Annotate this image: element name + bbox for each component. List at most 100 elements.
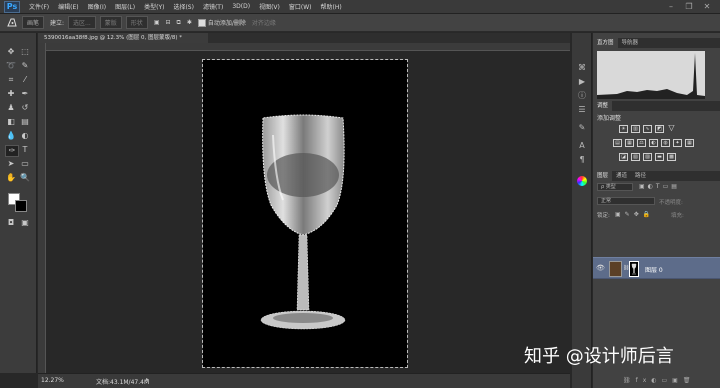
levels-icon[interactable]: ▥ bbox=[631, 125, 640, 133]
color-lookup-icon[interactable]: ▦ bbox=[685, 139, 694, 147]
tab-navigator[interactable]: 导航器 bbox=[618, 38, 643, 48]
history-panel-icon[interactable]: ⌘ bbox=[577, 63, 587, 73]
exposure-icon[interactable]: ◩ bbox=[655, 125, 664, 133]
tab-adjustments[interactable]: 调整 bbox=[593, 101, 613, 111]
hue-saturation-icon[interactable]: ▦ bbox=[625, 139, 634, 147]
character-panel-icon[interactable]: A bbox=[577, 141, 587, 151]
move-tool-icon[interactable]: ✥ bbox=[5, 47, 17, 57]
black-white-icon[interactable]: ◐ bbox=[649, 139, 658, 147]
pen-tool-icon[interactable]: ✑ bbox=[5, 145, 19, 157]
blend-mode-select[interactable]: 正常 bbox=[597, 197, 655, 205]
brush-tool-icon[interactable]: ✒ bbox=[19, 89, 31, 99]
menu-view[interactable]: 视图(V) bbox=[259, 2, 280, 11]
hand-tool-icon[interactable]: ✋ bbox=[5, 173, 17, 183]
background-color-swatch[interactable] bbox=[15, 200, 27, 212]
minimize-button[interactable]: – bbox=[664, 2, 678, 12]
info-panel-icon[interactable]: ⓘ bbox=[577, 91, 587, 101]
histogram-graph bbox=[597, 51, 705, 99]
curves-icon[interactable]: ∿ bbox=[643, 125, 652, 133]
gradient-map2-icon[interactable]: ▬ bbox=[655, 153, 664, 161]
tab-histogram[interactable]: 直方图 bbox=[593, 38, 618, 48]
selection-button[interactable]: 选区... bbox=[68, 16, 96, 29]
gradient-tool-icon[interactable]: ▤ bbox=[19, 117, 31, 127]
dodge-tool-icon[interactable]: ◐ bbox=[19, 131, 31, 141]
lasso-tool-icon[interactable]: ➰ bbox=[5, 61, 17, 71]
auto-add-delete-checkbox[interactable]: 自动添加/删除 bbox=[197, 18, 246, 28]
settings-gear-icon[interactable]: ✱ bbox=[187, 19, 192, 26]
visibility-eye-icon[interactable]: 👁 bbox=[596, 264, 605, 272]
quick-select-tool-icon[interactable]: ✎ bbox=[19, 61, 31, 71]
menu-filter[interactable]: 滤镜(T) bbox=[203, 2, 223, 11]
blur-tool-icon[interactable]: 💧 bbox=[5, 131, 17, 141]
pen-tool-icon[interactable] bbox=[6, 16, 18, 30]
layer-filter-icons[interactable]: ▣◐T▭▤ bbox=[639, 183, 680, 190]
tab-paths[interactable]: 路径 bbox=[631, 171, 650, 181]
restore-button[interactable]: ❐ bbox=[682, 2, 696, 12]
menu-3d[interactable]: 3D(D) bbox=[232, 3, 250, 10]
history-brush-icon[interactable]: ↺ bbox=[19, 103, 31, 113]
layer-name[interactable]: 图层 0 bbox=[645, 265, 663, 274]
menu-image[interactable]: 图像(I) bbox=[88, 2, 106, 11]
mask-button[interactable]: 蒙版 bbox=[99, 16, 122, 29]
invert-icon[interactable]: ◪ bbox=[619, 153, 628, 161]
marquee-tool-icon[interactable]: ⬚ bbox=[19, 47, 31, 57]
tab-layers[interactable]: 图层 bbox=[593, 171, 613, 181]
vibrance-icon[interactable]: ▤ bbox=[613, 139, 622, 147]
paragraph-panel-icon[interactable]: ¶ bbox=[577, 155, 587, 165]
lock-icons[interactable]: ▣✎✥🔒 bbox=[615, 211, 654, 218]
posterize-icon[interactable]: ▧ bbox=[631, 153, 640, 161]
tool-mode-select[interactable]: 画笔 bbox=[22, 16, 45, 29]
gradient-map-icon[interactable]: ▽ bbox=[667, 124, 676, 133]
status-bar: 12.27% 文档:43.1M/47.4M ▸ bbox=[38, 373, 570, 388]
path-arrangement-icon[interactable]: ⧉ bbox=[177, 19, 181, 27]
type-tool-icon[interactable]: T bbox=[19, 145, 31, 155]
path-operations-icon[interactable]: ▣ bbox=[154, 19, 160, 26]
menu-file[interactable]: 文件(F) bbox=[29, 2, 49, 11]
layer-footer-icons[interactable]: ⛓fx◐▭▣🗑 bbox=[623, 377, 695, 384]
align-edges-checkbox[interactable]: 对齐边缘 bbox=[252, 18, 276, 27]
photo-filter-icon[interactable]: ◍ bbox=[661, 139, 670, 147]
document-tab[interactable]: 5390016aa38f8.jpg @ 12.3% (图层 0, 图层蒙版/8)… bbox=[38, 33, 208, 43]
brush-panel-icon[interactable]: ✎ bbox=[577, 123, 587, 133]
color-balance-icon[interactable]: ⚖ bbox=[637, 139, 646, 147]
selective-color-icon[interactable]: ▩ bbox=[667, 153, 676, 161]
zoom-tool-icon[interactable]: 🔍 bbox=[19, 173, 31, 183]
menu-select[interactable]: 选择(S) bbox=[173, 2, 194, 11]
tab-channels[interactable]: 通道 bbox=[612, 171, 631, 181]
actions-panel-icon[interactable]: ▶ bbox=[577, 77, 587, 87]
brightness-icon[interactable]: ☀ bbox=[619, 125, 628, 133]
align-edges-label: 对齐边缘 bbox=[251, 20, 276, 27]
menu-window[interactable]: 窗口(W) bbox=[289, 2, 312, 11]
menu-edit[interactable]: 编辑(E) bbox=[58, 2, 78, 11]
crop-tool-icon[interactable]: ⌗ bbox=[5, 75, 17, 85]
layer-row[interactable]: 👁 ⛓ 图层 0 bbox=[593, 257, 720, 279]
close-button[interactable]: ✕ bbox=[700, 2, 714, 12]
layer-thumbnail[interactable] bbox=[609, 261, 622, 277]
healing-tool-icon[interactable]: ✚ bbox=[5, 89, 17, 99]
right-panels: 直方图 导航器 调整 添加调整 ☀ ▥ ∿ ◩ ▽ ▤ ▦ ⚖ ◐ ◍ ✦ ▦ … bbox=[593, 33, 720, 388]
menu-layer[interactable]: 图层(L) bbox=[115, 2, 135, 11]
eyedropper-tool-icon[interactable]: ⁄ bbox=[19, 75, 31, 85]
color-wheel-icon[interactable] bbox=[577, 176, 587, 186]
path-select-tool-icon[interactable]: ➤ bbox=[5, 159, 17, 169]
menu-help[interactable]: 帮助(H) bbox=[321, 2, 342, 11]
threshold-icon[interactable]: ▨ bbox=[643, 153, 652, 161]
eraser-tool-icon[interactable]: ◧ bbox=[5, 117, 17, 127]
properties-panel-icon[interactable]: ☰ bbox=[577, 105, 587, 115]
lock-label: 锁定: bbox=[597, 213, 610, 219]
menu-bar: Ps 文件(F) 编辑(E) 图像(I) 图层(L) 类型(Y) 选择(S) 滤… bbox=[0, 0, 720, 14]
status-arrow-icon[interactable]: ▸ bbox=[146, 376, 149, 383]
quick-mask-icon[interactable]: ◘ bbox=[5, 218, 17, 228]
document-canvas[interactable] bbox=[202, 59, 408, 368]
path-alignment-icon[interactable]: ⊟ bbox=[165, 19, 170, 26]
zoom-level[interactable]: 12.27% bbox=[41, 377, 64, 384]
screen-mode-icon[interactable]: ▣ bbox=[19, 218, 31, 228]
stamp-tool-icon[interactable]: ♟ bbox=[5, 103, 17, 113]
shape-tool-icon[interactable]: ▭ bbox=[19, 159, 31, 169]
channel-mixer-icon[interactable]: ✦ bbox=[673, 139, 682, 147]
shape-button[interactable]: 形状 bbox=[125, 16, 148, 29]
layer-mask-thumbnail[interactable] bbox=[629, 261, 639, 277]
layer-kind-filter[interactable]: ρ 类型 bbox=[597, 183, 633, 191]
tools-panel: ✥ ⬚ ➰ ✎ ⌗ ⁄ ✚ ✒ ♟ ↺ ◧ ▤ 💧 ◐ ✑ T ➤ ▭ ✋ 🔍 … bbox=[0, 33, 37, 373]
menu-type[interactable]: 类型(Y) bbox=[144, 2, 164, 11]
